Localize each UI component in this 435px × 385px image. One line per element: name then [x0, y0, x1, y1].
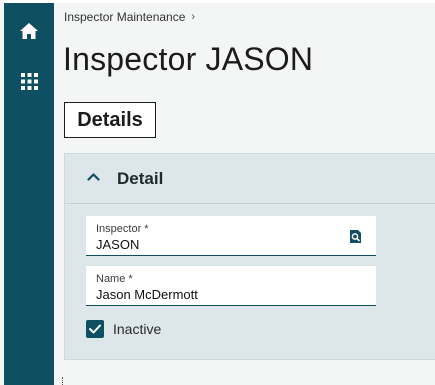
tab-details[interactable]: Details [64, 102, 156, 138]
search-lookup-icon[interactable] [348, 229, 363, 244]
detail-panel-header[interactable]: Detail [65, 154, 435, 204]
checkmark-icon [89, 324, 101, 334]
inspector-input[interactable] [96, 237, 336, 252]
breadcrumb-separator-icon: › [191, 11, 196, 23]
divider [62, 377, 64, 385]
nav-rail [4, 3, 54, 385]
breadcrumb: Inspector Maintenance › [64, 10, 195, 24]
inactive-checkbox-row[interactable]: Inactive [86, 320, 161, 338]
apps-grid-icon [20, 72, 38, 90]
detail-panel: Detail Inspector * Name * Inactive [64, 153, 435, 360]
name-field-label: Name * [96, 273, 133, 285]
home-button[interactable] [4, 11, 54, 51]
page-title: Inspector JASON [63, 41, 314, 77]
home-icon [20, 23, 38, 39]
apps-button[interactable] [4, 61, 54, 101]
inactive-checkbox[interactable] [86, 320, 104, 338]
inspector-field: Inspector * [86, 216, 376, 256]
chevron-up-icon [87, 173, 100, 181]
detail-panel-title: Detail [117, 169, 164, 188]
breadcrumb-item-inspector-maintenance[interactable]: Inspector Maintenance [64, 10, 185, 24]
main-content: Inspector Maintenance › Inspector JASON … [54, 3, 435, 385]
name-input[interactable] [96, 287, 336, 302]
name-field: Name * [86, 266, 376, 306]
inspector-field-label: Inspector * [96, 223, 149, 235]
inactive-label: Inactive [113, 321, 162, 337]
